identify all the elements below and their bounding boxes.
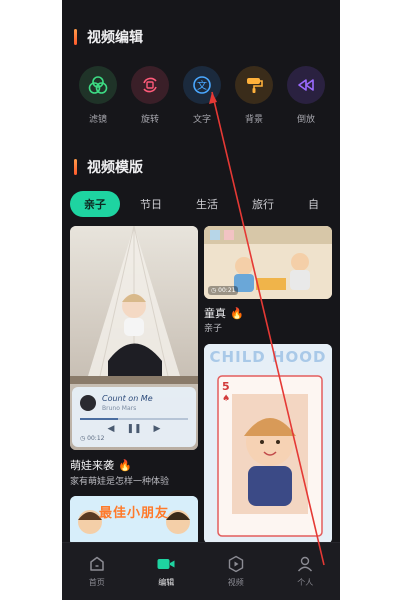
music-player-overlay: Count on Me Bruno Mars ◀ ❚❚ ▶ ◷ 00:12 (72, 387, 196, 447)
video-edit-title: 视频编辑 (87, 30, 143, 46)
template-tabs: 亲子 节日 生活 旅行 自 (70, 191, 319, 217)
tab-travel[interactable]: 旅行 (238, 191, 288, 217)
next-icon: ▶ (153, 424, 161, 434)
tool-label-background: 背景 (244, 115, 263, 125)
tab-life[interactable]: 生活 (182, 191, 232, 217)
filter-icon[interactable] (79, 66, 117, 104)
template-card-childhood[interactable]: CHILD HOOD 5 ♠ (204, 344, 332, 544)
home-icon (90, 556, 104, 571)
template-card-cute-baby[interactable]: Count on Me Bruno Mars ◀ ❚❚ ▶ ◷ 00:12 (70, 226, 198, 450)
clip-duration: ◷ 00:21 (208, 286, 239, 295)
tool-label-filter: 滤镜 (88, 115, 107, 125)
pause-icon: ❚❚ (126, 424, 142, 434)
template-card-innocence[interactable]: ◷ 00:21 (204, 226, 332, 299)
progress-track (80, 418, 188, 420)
player-time: ◷ 00:12 (80, 435, 105, 442)
fire-icon: 🔥 (230, 306, 244, 320)
edit-tools-row: 滤镜 旋转 文 文字 背景 倒放 (78, 66, 326, 125)
video-hexagon-icon (228, 555, 243, 573)
card-title-innocence: 童真 🔥 (204, 306, 244, 321)
video-template-title: 视频模版 (87, 160, 143, 176)
tool-text[interactable]: 文 文字 (182, 66, 222, 125)
nav-home[interactable]: 首页 (72, 555, 122, 588)
svg-text:文: 文 (197, 79, 207, 92)
card-title-cute-baby: 萌娃来袭 🔥 (70, 458, 132, 473)
tool-rotate[interactable]: 旋转 (130, 66, 170, 125)
accent-bar (74, 29, 77, 45)
tool-reverse[interactable]: 倒放 (286, 66, 326, 125)
rotate-icon[interactable] (131, 66, 169, 104)
paint-roller-icon[interactable] (235, 66, 273, 104)
nav-label-home: 首页 (88, 578, 105, 587)
previous-icon: ◀ (107, 424, 115, 434)
player-controls: ◀ ❚❚ ▶ (72, 424, 196, 434)
tool-background[interactable]: 背景 (234, 66, 274, 125)
nav-label-profile: 个人 (297, 578, 314, 587)
album-disc-icon (80, 395, 96, 411)
tool-filter[interactable]: 滤镜 (78, 66, 118, 125)
song-title: Count on Me (102, 394, 153, 403)
section-title-video-template: 视频模版 (74, 157, 143, 177)
progress-fill (80, 418, 118, 420)
nav-edit[interactable]: 编辑 (141, 555, 191, 588)
childhood-banner: CHILD HOOD (209, 348, 327, 366)
section-title-video-edit: 视频编辑 (74, 27, 143, 47)
bottom-navigation: 首页 编辑 视频 个人 (62, 542, 340, 600)
nav-label-video: 视频 (227, 578, 244, 587)
childhood-poker-thumbnail (204, 344, 332, 544)
card-subtitle-cute-baby: 家有萌娃是怎样一种体验 (70, 477, 170, 487)
tool-label-text: 文字 (192, 115, 211, 125)
tool-label-reverse: 倒放 (296, 115, 315, 125)
phone-screen: 视频编辑 滤镜 旋转 文 文字 背景 倒放 视频模版 亲子 节日 生活 旅行 自… (62, 0, 340, 600)
accent-bar (74, 159, 77, 175)
text-icon[interactable]: 文 (183, 66, 221, 104)
tab-parent-child[interactable]: 亲子 (70, 191, 120, 217)
best-kid-banner: 最佳小朋友 (98, 506, 169, 521)
rewind-icon[interactable] (287, 66, 325, 104)
fire-icon: 🔥 (118, 458, 132, 472)
video-camera-icon (157, 559, 175, 569)
person-icon (298, 556, 313, 572)
card-subtitle-innocence: 亲子 (204, 324, 223, 334)
template-card-best-kid[interactable]: 最佳小朋友 (70, 496, 198, 546)
nav-label-edit: 编辑 (158, 578, 175, 587)
tab-more[interactable]: 自 (294, 191, 319, 217)
nav-profile[interactable]: 个人 (280, 555, 330, 588)
nav-video[interactable]: 视频 (211, 555, 261, 588)
tab-festival[interactable]: 节日 (126, 191, 176, 217)
poker-rank: 5 (222, 380, 230, 393)
spade-icon: ♠ (222, 394, 231, 404)
song-artist: Bruno Mars (102, 405, 137, 412)
tool-label-rotate: 旋转 (140, 115, 159, 125)
